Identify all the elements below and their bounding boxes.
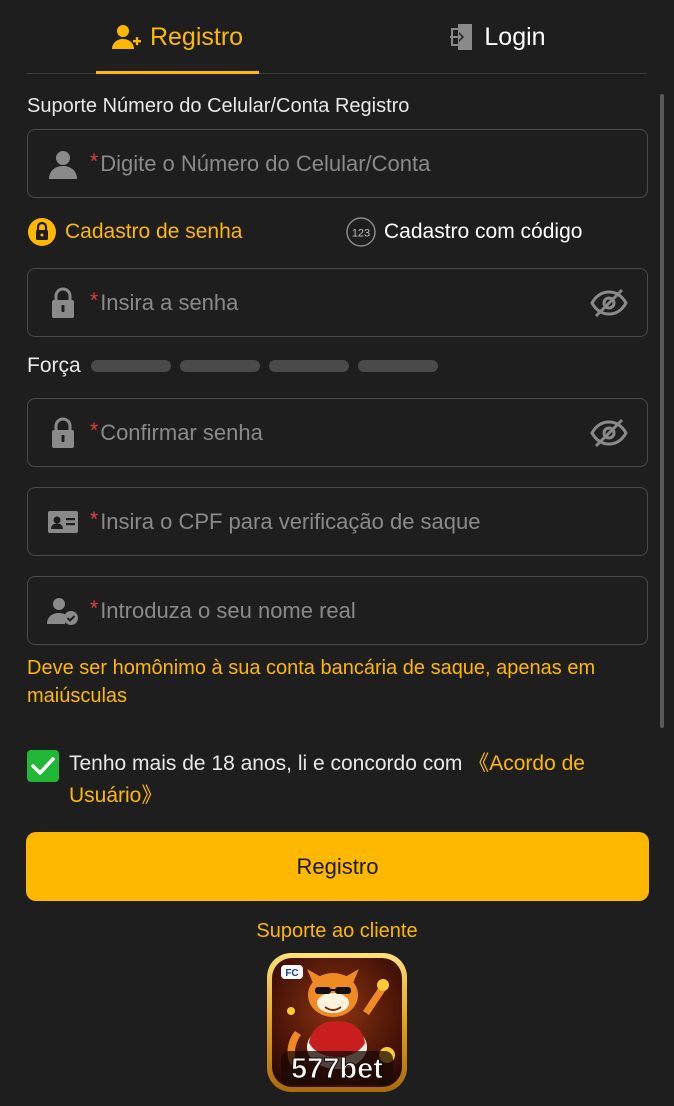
real-name-input[interactable] <box>100 577 647 644</box>
tab-login-label: Login <box>484 22 546 51</box>
mode-password-label: Cadastro de senha <box>65 220 243 243</box>
cpf-field[interactable]: * <box>27 487 648 556</box>
active-tab-indicator <box>96 71 259 74</box>
password-input[interactable] <box>100 269 589 336</box>
tab-register[interactable]: Registro <box>96 0 259 74</box>
required-mark: * <box>90 288 99 312</box>
cpf-input[interactable] <box>100 488 647 555</box>
lock-icon <box>46 286 80 320</box>
user-check-icon <box>46 594 80 628</box>
agreement-row: Tenho mais de 18 anos, li e concordo com… <box>27 748 647 812</box>
mode-password-option[interactable]: Cadastro de senha <box>27 217 242 247</box>
user-icon <box>46 147 80 181</box>
required-mark: * <box>90 418 99 442</box>
confirm-password-input[interactable] <box>100 399 589 466</box>
agreement-text: Tenho mais de 18 anos, li e concordo com… <box>69 748 647 812</box>
required-mark: * <box>90 596 99 620</box>
real-name-hint: Deve ser homônimo à sua conta bancária d… <box>27 657 596 707</box>
tab-login[interactable]: Login <box>432 0 562 74</box>
brand-logo-text: 577bet <box>291 1053 383 1085</box>
strength-label: Força <box>27 354 81 377</box>
strength-bar <box>268 360 349 372</box>
strength-bar <box>90 360 171 372</box>
add-user-icon <box>111 23 142 51</box>
real-name-field[interactable]: * <box>27 576 648 645</box>
password-strength: Força <box>27 354 447 378</box>
scrollbar[interactable] <box>660 94 664 728</box>
register-submit-button[interactable]: Registro <box>26 832 649 901</box>
confirm-password-field[interactable]: * <box>27 398 648 467</box>
code-123-icon: 123 <box>346 217 376 247</box>
eye-slash-icon[interactable] <box>589 283 629 323</box>
customer-support-link[interactable]: Suporte ao cliente <box>0 920 674 943</box>
required-mark: * <box>90 507 99 531</box>
required-mark: * <box>90 149 99 173</box>
phone-input[interactable] <box>100 130 647 197</box>
lock-badge-icon <box>27 217 57 247</box>
code-badge-text: 123 <box>352 228 370 240</box>
eye-slash-icon[interactable] <box>589 413 629 453</box>
password-field[interactable]: * <box>27 268 648 337</box>
brand-logo[interactable]: FC 577bet <box>265 951 409 1094</box>
fc-badge-text: FC <box>285 968 298 979</box>
tab-register-label: Registro <box>149 22 244 51</box>
checkmark-icon <box>31 757 55 775</box>
mode-code-label: Cadastro com código <box>384 220 583 243</box>
id-card-icon <box>46 505 80 539</box>
phone-field[interactable]: * <box>27 129 648 198</box>
lock-icon <box>46 416 80 450</box>
agreement-checkbox[interactable] <box>27 750 59 782</box>
section-label: Suporte Número do Celular/Conta Registro <box>27 95 410 117</box>
agreement-text-body: Tenho mais de 18 anos, li e concordo com <box>69 752 469 775</box>
auth-tabs: Registro Login <box>27 0 647 74</box>
mode-code-option[interactable]: 123 Cadastro com código <box>346 217 582 247</box>
login-door-icon <box>448 22 476 52</box>
strength-bar <box>179 360 260 372</box>
strength-bar <box>357 360 438 372</box>
